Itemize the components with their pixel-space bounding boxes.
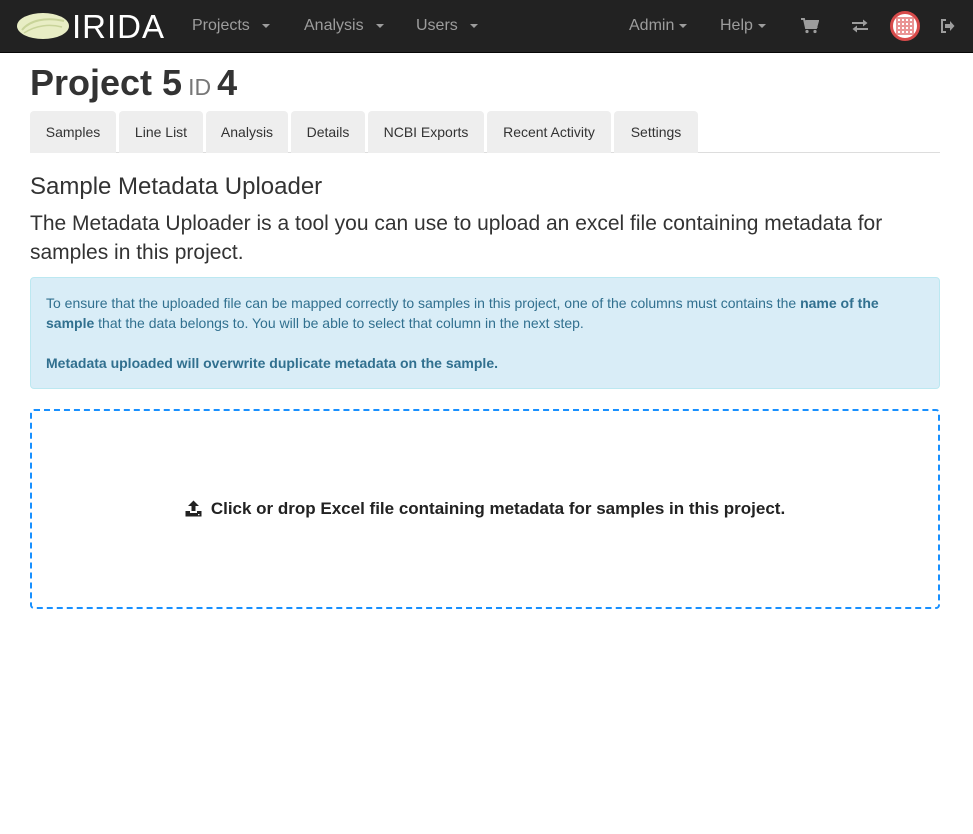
tab-line-list[interactable]: Line List — [119, 111, 203, 153]
cart-icon — [801, 18, 819, 34]
tab-samples[interactable]: Samples — [30, 111, 116, 153]
nav-users-menu[interactable]: Users — [416, 0, 478, 52]
nav-admin-menu[interactable]: Admin — [629, 0, 688, 52]
tab-recent-activity[interactable]: Recent Activity — [487, 111, 611, 153]
nav-users-label: Users — [416, 17, 458, 34]
nav-projects-menu[interactable]: Projects — [192, 0, 270, 52]
irida-logo-icon — [17, 13, 69, 39]
uploader-description: The Metadata Uploader is a tool you can … — [30, 212, 883, 264]
info-alert: To ensure that the uploaded file can be … — [30, 277, 940, 389]
nav-analysis-menu[interactable]: Analysis — [304, 0, 384, 52]
project-name: Project 5 — [30, 62, 183, 103]
dropzone-label: Click or drop Excel file containing meta… — [185, 499, 785, 519]
nav-projects-label: Projects — [192, 17, 250, 34]
brand-name: IRIDA — [72, 7, 166, 45]
chevron-down-icon — [261, 24, 270, 28]
logout-icon — [940, 19, 954, 33]
avatar — [890, 11, 920, 41]
nav-help-menu[interactable]: Help — [720, 0, 766, 52]
chevron-down-icon — [679, 24, 688, 28]
nav-analysis-label: Analysis — [304, 17, 364, 34]
alert-warning: Metadata uploaded will overwrite duplica… — [46, 355, 498, 371]
project-id-label: ID — [188, 74, 212, 100]
transfer-icon — [852, 19, 868, 33]
alert-text-before: To ensure that the uploaded file can be … — [46, 295, 801, 311]
transfer-button[interactable] — [849, 0, 871, 52]
upload-icon — [185, 500, 202, 517]
user-menu-button[interactable] — [889, 0, 921, 52]
dropzone-text: Click or drop Excel file containing meta… — [210, 499, 786, 518]
project-tabs: Samples Line List Analysis Details NCBI … — [30, 111, 940, 153]
brand-home-link[interactable]: IRIDA — [16, 7, 165, 45]
project-id-value: 4 — [217, 62, 238, 103]
page-title: Project 5 ID 4 — [30, 62, 237, 108]
logout-button[interactable] — [937, 0, 957, 52]
chevron-down-icon — [469, 24, 478, 28]
cart-button[interactable] — [799, 0, 821, 52]
nav-admin-label: Admin — [629, 17, 675, 34]
tab-ncbi-exports[interactable]: NCBI Exports — [368, 111, 484, 153]
chevron-down-icon — [757, 24, 766, 28]
file-dropzone[interactable]: Click or drop Excel file containing meta… — [30, 409, 940, 609]
chevron-down-icon — [375, 24, 384, 28]
top-navbar: IRIDA Projects Analysis Users Admin Help — [0, 0, 973, 53]
alert-instructions: To ensure that the uploaded file can be … — [46, 293, 924, 333]
alert-text-after: that the data belongs to. You will be ab… — [94, 315, 584, 331]
tab-settings[interactable]: Settings — [614, 111, 698, 153]
nav-help-label: Help — [720, 17, 753, 34]
tab-analysis[interactable]: Analysis — [206, 111, 288, 153]
uploader-title: Sample Metadata Uploader — [30, 173, 323, 200]
tab-details[interactable]: Details — [291, 111, 365, 153]
